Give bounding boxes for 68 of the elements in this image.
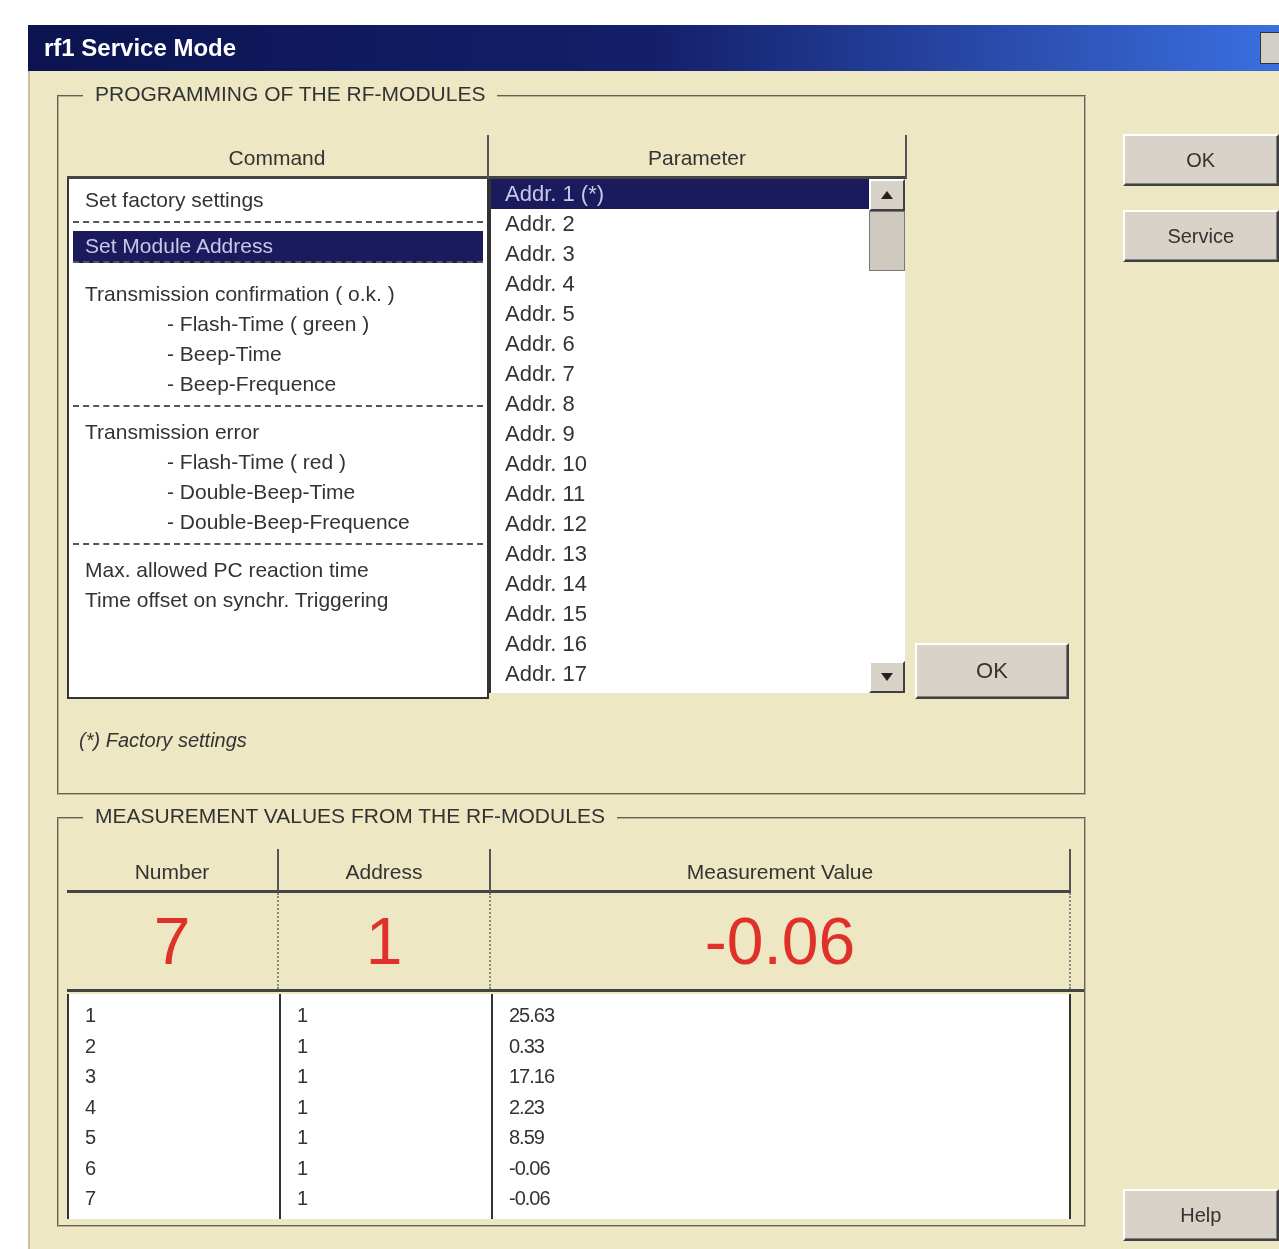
table-cell-text: 1 — [297, 1155, 309, 1181]
parameter-item[interactable]: Addr. 9 — [491, 419, 869, 449]
table-cell-text: 1 — [85, 1003, 97, 1028]
parameter-item[interactable]: Addr. 12 — [491, 509, 869, 539]
table-cell-text: 6 — [85, 1155, 97, 1181]
table-cell-text: 5 — [85, 1125, 97, 1150]
table-cell-text: -0.06 — [509, 1186, 551, 1211]
table-cell-text: 1 — [297, 1094, 309, 1120]
parameter-item[interactable]: Addr. 10 — [491, 449, 869, 479]
table-cell-text: 1 — [297, 1064, 309, 1089]
ok-button[interactable]: OK — [915, 643, 1069, 699]
command-item[interactable]: - Flash-Time ( red ) — [73, 447, 483, 477]
table-cell-text: 0.33 — [509, 1033, 545, 1059]
parameter-item[interactable]: Addr. 14 — [491, 569, 869, 599]
table-cell-text: 1 — [297, 1186, 309, 1211]
command-item[interactable]: Transmission error — [73, 417, 483, 447]
table-cell-text: 7 — [85, 1186, 97, 1211]
command-item[interactable]: - Double-Beep-Frequence — [73, 507, 483, 537]
table-cell-text: 4 — [85, 1094, 97, 1120]
current-value: 7 — [67, 893, 279, 989]
table-cell-text: 2.23 — [509, 1094, 545, 1120]
command-item[interactable]: Set Module Address — [73, 231, 483, 261]
window-title: rf1 Service Mode — [43, 34, 237, 62]
table-cell-text: 2 — [85, 1033, 97, 1059]
service-button[interactable]: Service — [1122, 210, 1279, 262]
command-item[interactable]: Time offset on synchr. Triggering — [73, 585, 483, 615]
parameter-item[interactable]: Addr. 17 — [491, 659, 869, 689]
table-cell-text: 1 — [297, 1003, 309, 1028]
column-header[interactable]: Address — [279, 849, 491, 893]
parameter-item[interactable]: Addr. 13 — [491, 539, 869, 569]
table-cell-text: -0.06 — [509, 1155, 551, 1181]
parameter-item[interactable]: Addr. 5 — [491, 299, 869, 329]
parameter-item[interactable]: Addr. 2 — [491, 209, 869, 239]
table-cell-text: 8.59 — [509, 1125, 545, 1150]
footnote: (*) Factory settings — [78, 728, 248, 752]
table-cell-text: 17.16 — [509, 1064, 556, 1089]
column-header[interactable]: Measurement Value — [491, 849, 1071, 893]
down-arrow-icon — [880, 672, 894, 682]
scroll-down-button[interactable] — [869, 661, 905, 693]
command-item[interactable]: - Double-Beep-Time — [73, 477, 483, 507]
up-arrow-icon — [880, 190, 894, 200]
parameter-item[interactable]: Addr. 8 — [491, 389, 869, 419]
parameter-item[interactable]: Addr. 16 — [491, 629, 869, 659]
parameter-item[interactable]: Addr. 1 (*) — [491, 179, 869, 209]
scroll-thumb[interactable] — [869, 211, 905, 271]
table-cell-text: 25.63 — [509, 1003, 556, 1028]
current-value: -0.06 — [491, 893, 1071, 989]
scroll-up-button[interactable] — [869, 179, 905, 211]
table-cell-text: 1 — [297, 1033, 309, 1059]
command-item[interactable]: Transmission confirmation ( o.k. ) — [73, 279, 483, 309]
table-cell-text: 1 — [297, 1125, 309, 1150]
parameter-item[interactable]: Addr. 3 — [491, 239, 869, 269]
ok-button[interactable]: OK — [1122, 134, 1279, 186]
command-item[interactable]: Max. allowed PC reaction time — [73, 555, 483, 585]
command-item[interactable]: - Flash-Time ( green ) — [73, 309, 483, 339]
current-value: 1 — [279, 893, 491, 989]
command-item[interactable]: - Beep-Frequence — [73, 369, 483, 399]
table-cell-text: 3 — [85, 1064, 97, 1089]
close-button[interactable] — [1260, 32, 1279, 64]
column-header[interactable]: Number — [67, 849, 279, 893]
command-item[interactable]: Set factory settings — [73, 185, 483, 215]
help-button[interactable]: Help — [1122, 1189, 1279, 1241]
parameter-item[interactable]: Addr. 4 — [491, 269, 869, 299]
parameter-item[interactable]: Addr. 7 — [491, 359, 869, 389]
parameter-item[interactable]: Addr. 15 — [491, 599, 869, 629]
parameter-item[interactable]: Addr. 6 — [491, 329, 869, 359]
parameter-item[interactable]: Addr. 11 — [491, 479, 869, 509]
command-item[interactable]: - Beep-Time — [73, 339, 483, 369]
